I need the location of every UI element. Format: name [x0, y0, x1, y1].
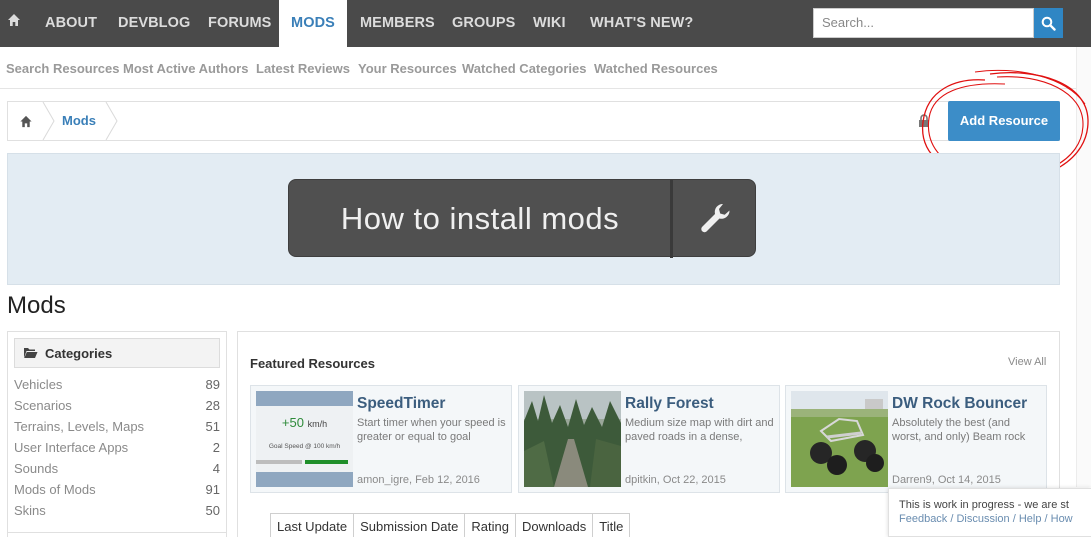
- page-title: Mods: [7, 292, 66, 319]
- category-item[interactable]: Sounds 4: [14, 461, 220, 481]
- speed-unit: km/h: [307, 419, 328, 429]
- nav-about[interactable]: ABOUT: [45, 0, 97, 47]
- tab-last-update[interactable]: Last Update: [270, 513, 355, 537]
- nav-mods[interactable]: MODS: [279, 0, 347, 47]
- tab-submission-date[interactable]: Submission Date: [354, 513, 466, 537]
- sub-navigation: Search Resources Most Active Authors Lat…: [0, 47, 1091, 89]
- categories-heading-label: Categories: [45, 346, 113, 361]
- nav-forums[interactable]: FORUMS: [208, 0, 271, 47]
- search-button[interactable]: [1034, 8, 1063, 38]
- breadcrumb-separator: [42, 102, 55, 140]
- category-item[interactable]: User Interface Apps 2: [14, 440, 220, 460]
- category-item[interactable]: Skins 50: [14, 503, 220, 523]
- goal-speed-caption: Goal Speed @ 100 km/h: [268, 443, 341, 450]
- card-meta: dpitkin, Oct 22, 2015: [625, 474, 726, 486]
- how-to-install-button[interactable]: How to install mods: [288, 179, 757, 258]
- tab-rating[interactable]: Rating: [465, 513, 516, 537]
- page-edge: [1076, 47, 1091, 487]
- nav-members[interactable]: MEMBERS: [360, 0, 435, 47]
- category-label: Skins: [14, 503, 46, 518]
- subnav-watched-categories[interactable]: Watched Categories: [462, 61, 587, 76]
- category-label: Terrains, Levels, Maps: [14, 419, 145, 434]
- home-icon: [20, 115, 32, 127]
- add-resource-button[interactable]: Add Resource: [948, 101, 1060, 141]
- categories-heading: Categories: [14, 338, 220, 368]
- category-count: 89: [205, 377, 220, 392]
- card-title[interactable]: SpeedTimer: [357, 395, 445, 413]
- folder-open-icon: [24, 348, 38, 358]
- tab-downloads[interactable]: Downloads: [515, 513, 594, 537]
- category-count: 50: [205, 503, 220, 518]
- tab-title[interactable]: Title: [593, 513, 631, 537]
- nav-whats-new[interactable]: WHAT'S NEW?: [590, 0, 693, 47]
- sort-tabs: Last Update Submission Date Rating Downl…: [270, 513, 631, 537]
- category-label: Scenarios: [14, 398, 72, 413]
- featured-card-dw-rock-bouncer[interactable]: DW Rock Bouncer Absolutely the best (and…: [785, 385, 1047, 493]
- wrench-icon-cell: [673, 180, 757, 258]
- category-count: 28: [205, 398, 220, 413]
- category-count: 91: [205, 482, 220, 497]
- nav-groups[interactable]: GROUPS: [452, 0, 515, 47]
- category-item[interactable]: Scenarios 28: [14, 398, 220, 418]
- card-title[interactable]: DW Rock Bouncer: [892, 395, 1027, 413]
- subnav-your-resources[interactable]: Your Resources: [358, 61, 457, 76]
- subnav-search-resources[interactable]: Search Resources: [6, 61, 119, 76]
- home-icon: [8, 14, 20, 26]
- wrench-icon: [701, 203, 730, 233]
- speed-value: +50: [281, 415, 304, 430]
- subnav-latest-reviews[interactable]: Latest Reviews: [256, 61, 350, 76]
- category-item[interactable]: Terrains, Levels, Maps 51: [14, 419, 220, 439]
- category-label: Mods of Mods: [14, 482, 96, 497]
- category-item[interactable]: Vehicles 89: [14, 377, 220, 397]
- breadcrumb-home[interactable]: [8, 102, 44, 140]
- category-count: 2: [212, 440, 220, 455]
- notice-text: This is work in progress - we are st: [899, 499, 1069, 511]
- search-input[interactable]: Search...: [813, 8, 1034, 38]
- nav-wiki[interactable]: WIKI: [533, 0, 566, 47]
- category-label: Vehicles: [14, 377, 63, 392]
- card-description: Absolutely the best (and worst, and only…: [892, 417, 1026, 443]
- nav-devblog[interactable]: DEVBLOG: [118, 0, 190, 47]
- rock-bouncer-thumbnail: [791, 391, 888, 487]
- wip-notice: This is work in progress - we are st Fee…: [888, 488, 1091, 537]
- category-label: Sounds: [14, 461, 59, 476]
- card-description: Start timer when your speed is greater o…: [357, 417, 506, 443]
- how-to-install-label: How to install mods: [340, 201, 620, 236]
- category-count: 51: [205, 419, 220, 434]
- rally-forest-thumbnail: [524, 391, 621, 487]
- category-label: User Interface Apps: [14, 440, 129, 455]
- home-nav-icon[interactable]: [0, 0, 28, 47]
- breadcrumb: Mods: [7, 101, 1060, 141]
- card-meta: Darren9, Oct 14, 2015: [892, 474, 1001, 486]
- card-meta: amon_igre, Feb 12, 2016: [357, 474, 480, 486]
- top-navigation: ABOUT DEVBLOG FORUMS MODS MEMBERS GROUPS…: [0, 0, 1091, 47]
- search-icon: [1041, 16, 1056, 31]
- card-description: Medium size map with dirt and paved road…: [625, 417, 774, 443]
- category-item[interactable]: Mods of Mods 91: [14, 482, 220, 502]
- notice-links[interactable]: Feedback / Discussion / Help / How: [899, 513, 1073, 525]
- featured-card-rally-forest[interactable]: Rally Forest Medium size map with dirt a…: [518, 385, 780, 493]
- category-count: 4: [212, 461, 220, 476]
- subnav-watched-resources[interactable]: Watched Resources: [594, 61, 718, 76]
- view-all-link[interactable]: View All: [1008, 356, 1046, 368]
- breadcrumb-separator: [105, 102, 118, 140]
- lock-icon: [919, 114, 929, 127]
- featured-title: Featured Resources: [250, 356, 375, 371]
- card-title[interactable]: Rally Forest: [625, 395, 714, 413]
- subnav-most-active-authors[interactable]: Most Active Authors: [123, 61, 248, 76]
- sidebar-divider: [7, 532, 227, 537]
- breadcrumb-mods[interactable]: Mods: [62, 113, 96, 128]
- featured-card-speedtimer[interactable]: +50 km/h Goal Speed @ 100 km/h SpeedTime…: [250, 385, 512, 493]
- speedtimer-thumbnail: +50 km/h Goal Speed @ 100 km/h: [256, 391, 353, 487]
